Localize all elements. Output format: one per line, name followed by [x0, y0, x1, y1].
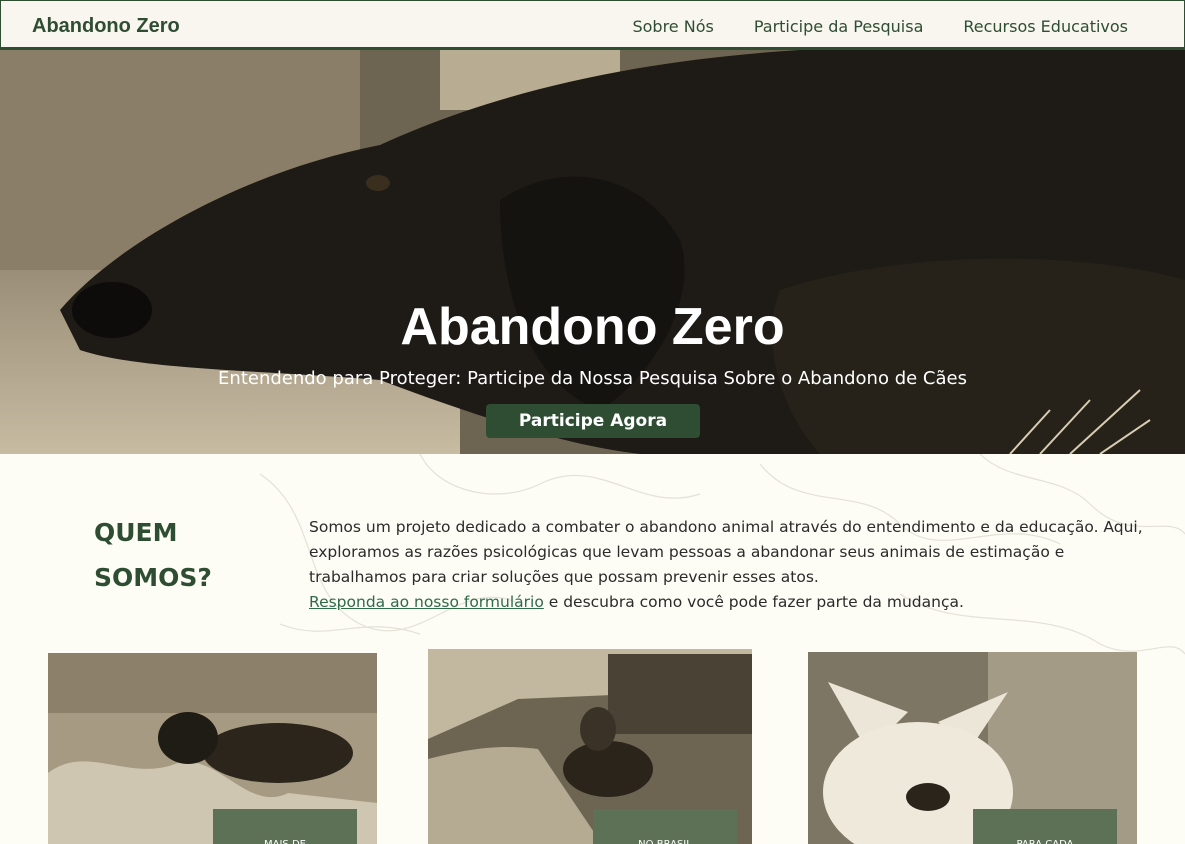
stat-card-1[interactable]: MAIS DE: [48, 653, 377, 844]
form-link[interactable]: Responda ao nosso formulário: [309, 593, 544, 611]
brand-logo[interactable]: Abandono Zero: [32, 15, 180, 38]
about-heading: QUEM SOMOS?: [94, 518, 212, 592]
stat-card-2[interactable]: NO BRASIL: [428, 649, 752, 844]
about-after-link: e descubra como você pode fazer parte da…: [543, 593, 964, 611]
nav-link-sobre-nos[interactable]: Sobre Nós: [632, 17, 713, 36]
stat-badge-3: PARA CADA: [973, 809, 1117, 844]
about-paragraph: Somos um projeto dedicado a combater o a…: [309, 515, 1149, 615]
nav-link-participe[interactable]: Participe da Pesquisa: [754, 17, 924, 36]
stat-badge-2: NO BRASIL: [593, 809, 737, 844]
hero-banner: Abandono Zero Entendendo para Proteger: …: [0, 50, 1185, 454]
nav-link-recursos[interactable]: Recursos Educativos: [963, 17, 1128, 36]
hero-title: Abandono Zero: [400, 298, 785, 356]
participe-agora-button[interactable]: Participe Agora: [486, 404, 700, 438]
hero-subtitle: Entendendo para Proteger: Participe da N…: [218, 368, 967, 389]
about-description: Somos um projeto dedicado a combater o a…: [309, 518, 1143, 586]
stat-card-3[interactable]: PARA CADA: [808, 652, 1137, 844]
hero-dog-photo: [0, 50, 1185, 454]
stat-badge-1: MAIS DE: [213, 809, 357, 844]
nav-links: Sobre Nós Participe da Pesquisa Recursos…: [632, 17, 1128, 36]
top-navbar: Abandono Zero Sobre Nós Participe da Pes…: [0, 0, 1185, 50]
